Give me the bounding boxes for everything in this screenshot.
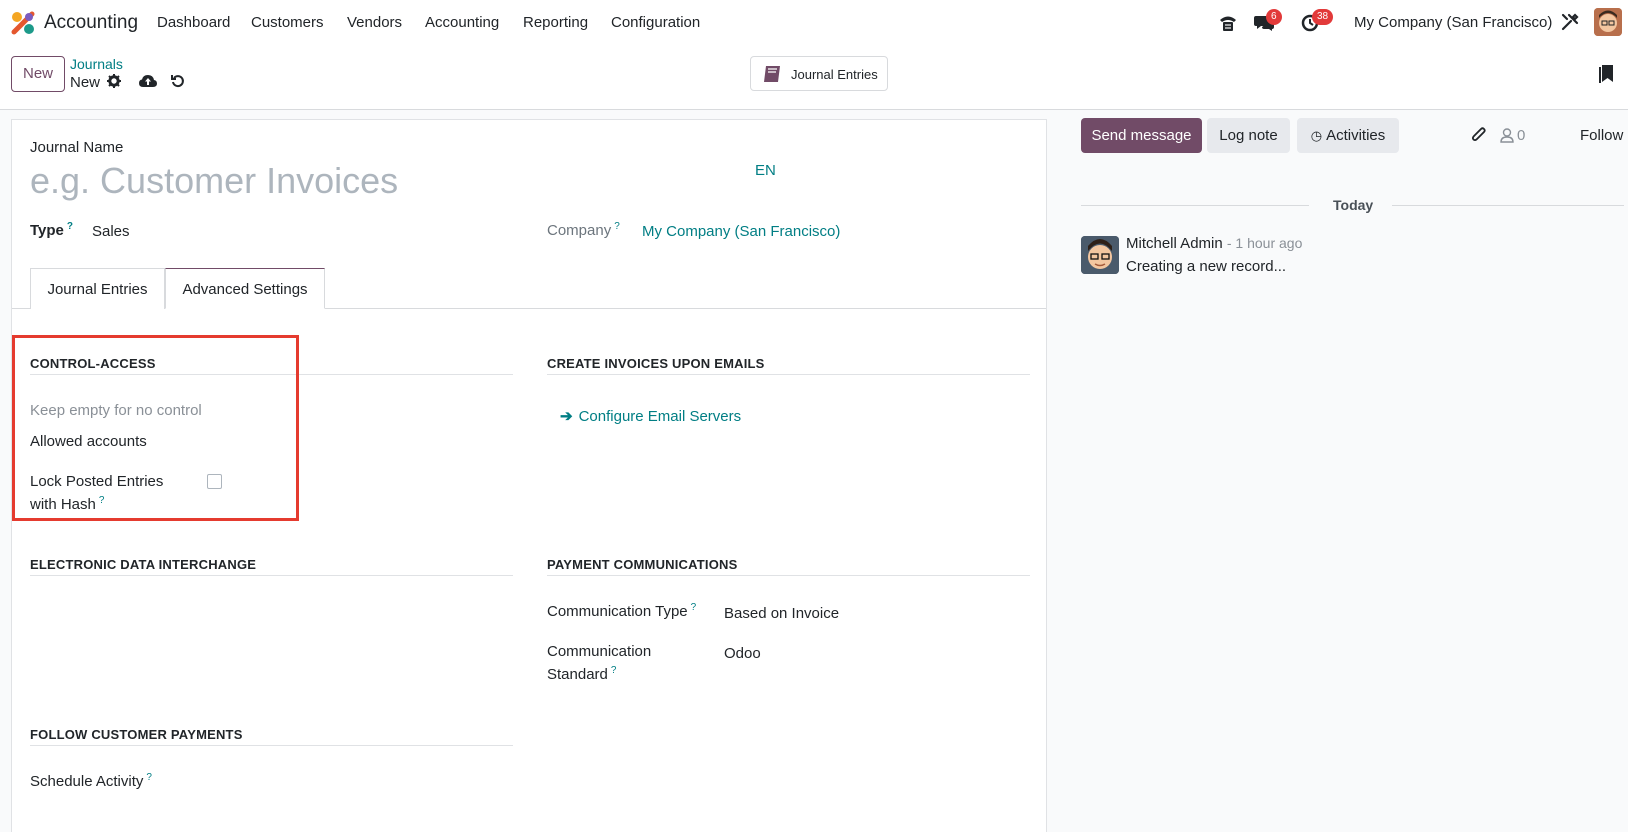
company-help-icon[interactable]: ? <box>614 221 620 232</box>
book-icon <box>764 66 780 82</box>
communication-standard-label: Communication Standard? <box>547 643 651 683</box>
author-avatar-icon <box>1081 236 1119 274</box>
app-logo-icon[interactable] <box>11 11 35 35</box>
type-help-icon[interactable]: ? <box>67 221 73 232</box>
type-label: Type? <box>30 221 74 239</box>
menu-configuration[interactable]: Configuration <box>611 14 700 31</box>
type-select[interactable]: Sales <box>92 223 130 240</box>
communication-standard-select[interactable]: Odoo <box>724 645 761 662</box>
clock-icon: ◷ <box>1310 128 1323 143</box>
smart-button-label: Journal Entries <box>791 67 878 82</box>
schedule-activity-label: Schedule Activity? <box>30 772 152 790</box>
communication-type-select[interactable]: Based on Invoice <box>724 605 839 622</box>
schedule-help-icon[interactable]: ? <box>146 772 152 783</box>
log-note-button[interactable]: Log note <box>1207 118 1290 153</box>
menu-customers[interactable]: Customers <box>251 14 324 31</box>
highlight-annotation <box>12 335 299 521</box>
followers-icon[interactable] <box>1500 128 1514 143</box>
section-divider <box>30 745 513 746</box>
create-invoices-title: CREATE INVOICES UPON EMAILS <box>547 356 765 371</box>
message-author[interactable]: Mitchell Admin <box>1126 235 1223 252</box>
follow-payments-title: FOLLOW CUSTOMER PAYMENTS <box>30 727 243 742</box>
section-divider <box>30 575 513 576</box>
messages-badge: 6 <box>1266 9 1282 25</box>
bookmark-icon[interactable] <box>1598 64 1614 84</box>
control-panel: New Journals New Journal Entries <box>0 46 1628 110</box>
breadcrumb-current: New <box>70 74 101 91</box>
user-avatar[interactable] <box>1594 8 1622 36</box>
menu-vendors[interactable]: Vendors <box>347 14 402 31</box>
comm-standard-line1: Communication <box>547 643 652 660</box>
message-header: Mitchell Admin - 1 hour ago <box>1126 235 1302 252</box>
paperclip-icon[interactable] <box>1471 126 1487 144</box>
follow-button[interactable]: Follow <box>1580 127 1623 144</box>
phone-icon[interactable] <box>1218 13 1238 33</box>
top-navbar: Accounting Dashboard Customers Vendors A… <box>0 0 1628 46</box>
today-divider-right <box>1392 205 1624 206</box>
menu-dashboard[interactable]: Dashboard <box>157 14 230 31</box>
journal-name-input[interactable]: e.g. Customer Invoices <box>30 160 398 202</box>
activities-button[interactable]: ◷ Activities <box>1297 118 1399 153</box>
company-switcher[interactable]: My Company (San Francisco) <box>1354 14 1552 31</box>
today-label: Today <box>1333 197 1374 213</box>
payment-comm-title: PAYMENT COMMUNICATIONS <box>547 557 738 572</box>
gear-icon[interactable] <box>107 74 121 88</box>
section-divider <box>547 575 1030 576</box>
section-divider <box>547 374 1030 375</box>
tab-journal-entries[interactable]: Journal Entries <box>30 268 165 309</box>
language-button[interactable]: EN <box>755 162 776 179</box>
new-button[interactable]: New <box>11 56 65 92</box>
tab-advanced-settings[interactable]: Advanced Settings <box>165 268 325 309</box>
journal-name-label: Journal Name <box>30 139 124 156</box>
user-avatar-icon <box>1594 8 1622 36</box>
author-avatar[interactable] <box>1081 236 1119 274</box>
menu-accounting[interactable]: Accounting <box>425 14 499 31</box>
company-label: Company? <box>547 221 620 239</box>
followers-count[interactable]: 0 <box>1517 127 1525 144</box>
journal-entries-smart-button[interactable]: Journal Entries <box>750 56 888 91</box>
edi-title: ELECTRONIC DATA INTERCHANGE <box>30 557 257 572</box>
comm-standard-help-icon[interactable]: ? <box>611 665 617 676</box>
message-body: Creating a new record... <box>1126 258 1287 275</box>
company-value[interactable]: My Company (San Francisco) <box>642 223 840 240</box>
comm-type-help-icon[interactable]: ? <box>691 602 697 613</box>
comm-standard-line2: Standard? <box>547 665 617 683</box>
message-time: - 1 hour ago <box>1226 235 1303 251</box>
send-message-button[interactable]: Send message <box>1081 118 1202 153</box>
arrow-right-icon: ➔ <box>560 408 573 425</box>
configure-email-servers-link[interactable]: ➔ Configure Email Servers <box>560 407 741 425</box>
activities-badge: 38 <box>1312 9 1334 25</box>
debug-tools-icon[interactable] <box>1561 13 1579 31</box>
save-cloud-icon[interactable] <box>139 74 157 88</box>
app-name[interactable]: Accounting <box>44 12 138 34</box>
today-divider-left <box>1081 205 1309 206</box>
breadcrumb-journals[interactable]: Journals <box>70 56 123 72</box>
discard-icon[interactable] <box>171 74 185 88</box>
menu-reporting[interactable]: Reporting <box>523 14 588 31</box>
communication-type-label: Communication Type? <box>547 602 697 620</box>
